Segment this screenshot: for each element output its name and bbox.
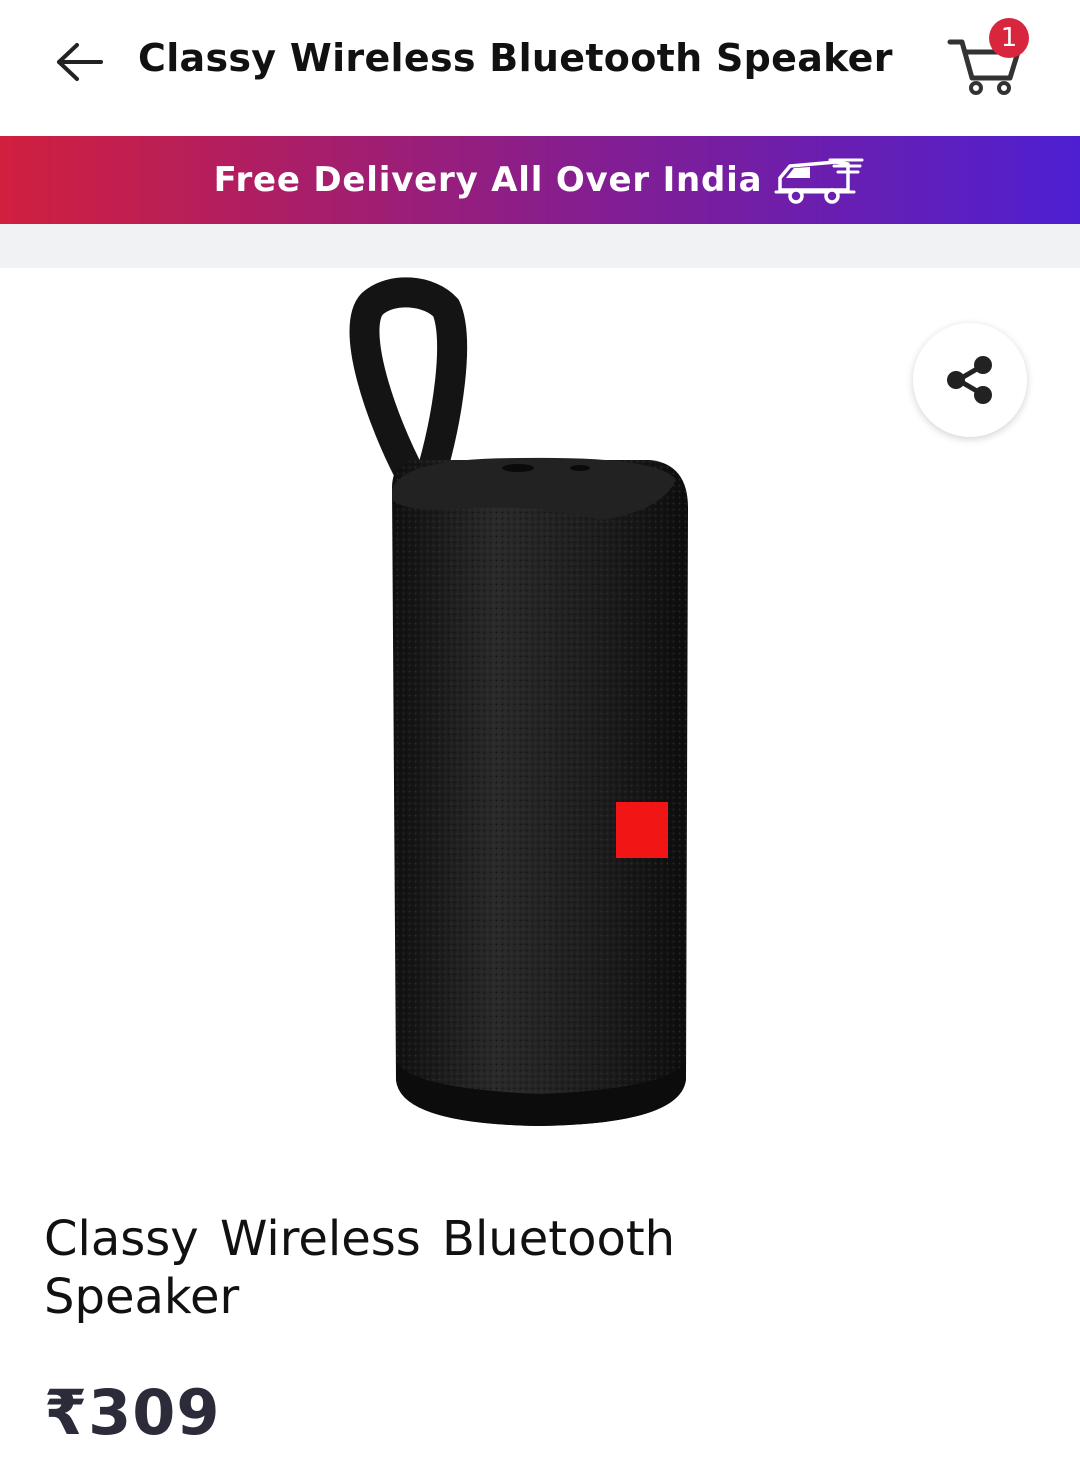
product-title: Classy Wireless Bluetooth Speaker bbox=[44, 1211, 676, 1325]
banner-text: Free Delivery All Over India bbox=[213, 160, 763, 200]
section-divider bbox=[0, 224, 1080, 268]
cart-count-badge: 1 bbox=[989, 18, 1029, 58]
product-page: Classy Wireless Bluetooth Speaker 1 Free… bbox=[0, 0, 1080, 1458]
page-title: Classy Wireless Bluetooth Speaker bbox=[138, 36, 893, 80]
arrow-left-icon bbox=[57, 43, 103, 81]
back-button[interactable] bbox=[40, 32, 120, 92]
share-icon bbox=[947, 356, 992, 404]
delivery-truck-icon bbox=[774, 158, 864, 204]
product-price: ₹309 bbox=[44, 1376, 221, 1449]
share-button[interactable] bbox=[913, 323, 1027, 437]
free-delivery-banner: Free Delivery All Over India bbox=[0, 136, 1080, 224]
app-header: Classy Wireless Bluetooth Speaker 1 bbox=[0, 0, 1080, 136]
